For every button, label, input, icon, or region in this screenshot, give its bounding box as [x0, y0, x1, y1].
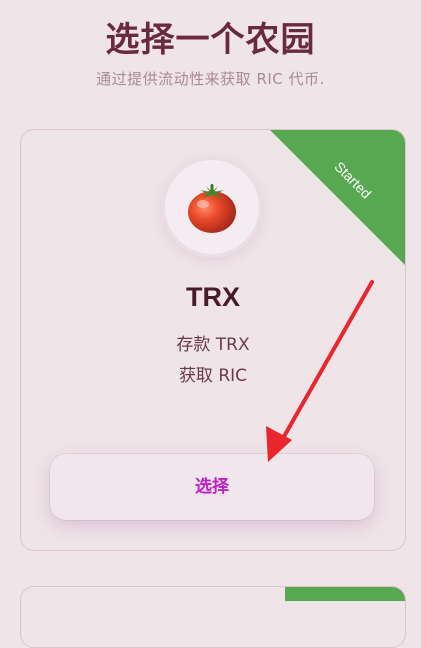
started-ribbon	[270, 130, 405, 265]
next-farm-card	[20, 586, 406, 648]
earn-text: 获取 RIC	[178, 366, 248, 386]
farm-card: Started TRX 存款 TRX 获取 RIC 选择	[20, 129, 406, 551]
token-avatar	[165, 160, 259, 254]
select-button[interactable]: 选择	[50, 454, 374, 520]
tomato-icon	[188, 184, 236, 233]
page-title: 选择一个农园	[105, 20, 316, 60]
page-subtitle: 通过提供流动性来获取 RIC 代币.	[96, 70, 325, 88]
deposit-text: 存款 TRX	[176, 335, 250, 355]
token-name: TRX	[186, 282, 240, 312]
